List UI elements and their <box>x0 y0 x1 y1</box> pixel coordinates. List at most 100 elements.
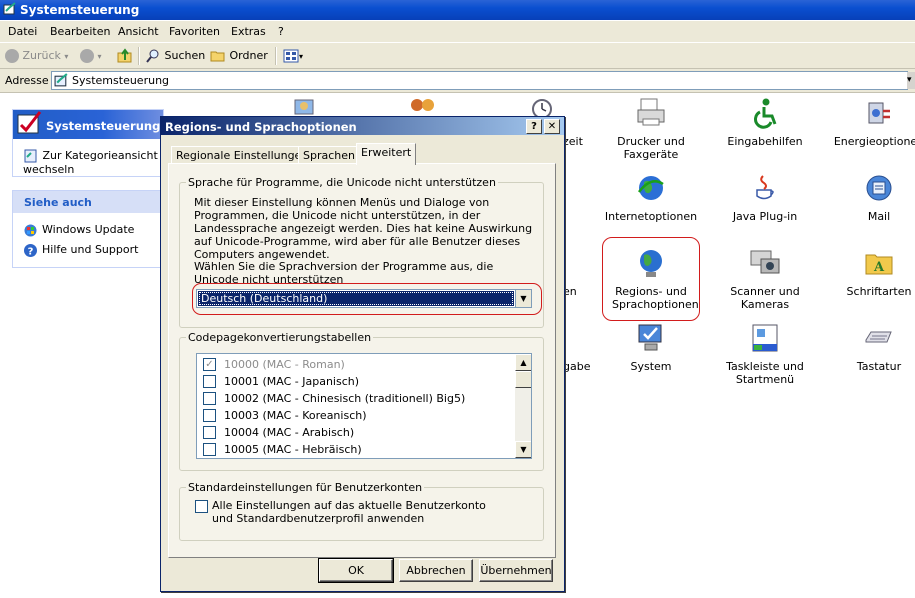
ok-button[interactable]: OK <box>318 558 394 583</box>
fonts-item[interactable]: A Schriftarten <box>829 247 915 298</box>
see-also-panel: Siehe auch Windows Update ? Hilfe und Su… <box>12 190 164 268</box>
scroll-up-icon[interactable]: ▲ <box>515 354 531 371</box>
date-time-label-partial: zeit <box>563 135 583 148</box>
menu-bearbeiten[interactable]: Bearbeiten <box>50 25 110 38</box>
unicode-description: Mit dieser Einstellung können Menüs und … <box>194 196 533 261</box>
taskpane-header: Systemsteuerung <box>13 110 163 139</box>
keyboard-item[interactable]: Tastatur <box>829 322 915 373</box>
help-icon: ? <box>24 244 37 258</box>
system-computer-icon <box>638 324 662 351</box>
accessibility-item[interactable]: Eingabehilfen <box>715 97 815 148</box>
internet-options-item[interactable]: Internetoptionen <box>601 172 701 223</box>
sound-icon-partial[interactable] <box>291 97 317 118</box>
window-title: Systemsteuerung <box>20 3 140 17</box>
scroll-thumb[interactable] <box>515 371 531 388</box>
tab-advanced[interactable]: Erweitert <box>356 143 417 165</box>
control-panel-icon <box>17 111 42 134</box>
dialog-titlebar: Regions- und Sprachoptionen ? ✕ <box>161 117 564 135</box>
up-folder-icon <box>117 48 132 63</box>
java-plugin-item[interactable]: Java Plug-in <box>715 172 815 223</box>
codepage-scrollbar[interactable]: ▲ ▼ <box>515 354 531 458</box>
language-select-highlight-ring <box>192 283 542 315</box>
help-support-link[interactable]: ? Hilfe und Support <box>23 243 138 258</box>
forward-button[interactable]: ▾ <box>80 47 102 65</box>
system-item[interactable]: System <box>601 322 701 373</box>
codepage-group-legend: Codepagekonvertierungstabellen <box>188 331 372 344</box>
internet-globe-icon <box>638 176 664 200</box>
svg-text:?: ? <box>28 247 34 258</box>
svg-text:A: A <box>873 260 885 275</box>
codepage-row[interactable]: 10002 (MAC - Chinesisch (traditionell) B… <box>203 390 465 407</box>
checkbox[interactable] <box>203 374 216 388</box>
up-folder-button[interactable] <box>117 47 133 65</box>
printers-faxes-item[interactable]: Drucker und Faxgeräte <box>601 97 701 161</box>
checkbox[interactable] <box>203 425 216 439</box>
address-bar: Adresse Systemsteuerung ▾ <box>0 69 915 93</box>
address-input[interactable]: Systemsteuerung <box>51 71 908 90</box>
menu-ansicht[interactable]: Ansicht <box>118 25 159 38</box>
partial-label-gabe: gabe <box>563 360 591 373</box>
tab-regional-settings[interactable]: Regionale Einstellungen <box>171 146 314 164</box>
search-button[interactable]: Suchen <box>145 47 205 65</box>
taskbar-startmenu-item[interactable]: Taskleiste und Startmenü <box>715 322 815 386</box>
folders-button[interactable]: Ordner <box>210 47 268 65</box>
close-icon[interactable]: ✕ <box>544 119 560 134</box>
category-view-icon <box>24 149 37 163</box>
checkbox[interactable] <box>203 442 216 456</box>
control-panel-icon <box>3 2 16 15</box>
scanner-camera-icon <box>750 250 780 274</box>
control-panel-icon <box>54 73 68 87</box>
tab-languages[interactable]: Sprachen <box>298 146 360 164</box>
toolbar: Zurück ▾ ▾ Suchen Ordner ▾ <box>0 43 915 69</box>
codepage-row[interactable]: 10005 (MAC - Hebräisch) <box>203 441 362 458</box>
apply-all-checkbox[interactable] <box>195 500 208 513</box>
display-icon <box>294 99 314 115</box>
back-button[interactable]: Zurück ▾ <box>5 47 68 65</box>
views-grid-icon <box>283 49 299 63</box>
java-cup-icon <box>756 175 774 200</box>
checkbox[interactable] <box>203 391 216 405</box>
folder-icon <box>210 51 225 62</box>
mail-icon <box>866 175 892 201</box>
user-accounts-icon <box>411 99 434 111</box>
mail-item[interactable]: Mail <box>829 172 915 223</box>
codepage-row[interactable]: 10004 (MAC - Arabisch) <box>203 424 354 441</box>
accessibility-icon <box>754 98 777 129</box>
checkbox[interactable] <box>203 408 216 422</box>
forward-arrow-icon <box>80 49 94 63</box>
menu-help[interactable]: ? <box>278 25 284 38</box>
cancel-button[interactable]: Abbrechen <box>399 559 473 582</box>
keyboard-icon <box>865 331 892 343</box>
address-dropdown-button[interactable]: ▾ <box>907 72 915 89</box>
dialog-title: Regions- und Sprachoptionen <box>165 120 357 134</box>
power-icon <box>868 102 890 124</box>
partial-label-en: en <box>563 285 577 298</box>
unicode-prompt: Wählen Sie die Sprachversion der Program… <box>194 260 494 284</box>
menu-bar: Datei Bearbeiten Ansicht Favoriten Extra… <box>0 21 915 43</box>
back-arrow-icon <box>5 49 19 63</box>
menu-favoriten[interactable]: Favoriten <box>169 25 220 38</box>
switch-category-view-link[interactable]: Zur Kategorieansicht wechseln <box>23 149 163 176</box>
window-titlebar: Systemsteuerung <box>0 0 915 20</box>
codepage-row[interactable]: 10003 (MAC - Koreanisch) <box>203 407 367 424</box>
help-caption-button[interactable]: ? <box>526 119 542 134</box>
scroll-down-icon[interactable]: ▼ <box>515 441 531 458</box>
windows-update-link[interactable]: Windows Update <box>23 223 134 237</box>
fonts-folder-icon: A <box>865 254 893 275</box>
checkbox-checked[interactable]: ✓ <box>203 357 216 371</box>
scanners-cameras-item[interactable]: Scanner und Kameras <box>715 247 815 311</box>
views-button[interactable]: ▾ <box>283 47 303 65</box>
see-also-header: Siehe auch <box>13 191 163 213</box>
codepage-row[interactable]: 10001 (MAC - Japanisch) <box>203 373 359 390</box>
regions-highlight-ring <box>602 237 700 321</box>
users-icon-partial[interactable] <box>407 97 437 118</box>
windows-update-icon <box>24 224 37 237</box>
menu-datei[interactable]: Datei <box>8 25 37 38</box>
power-options-item[interactable]: Energieoptionen <box>829 97 915 148</box>
menu-extras[interactable]: Extras <box>231 25 266 38</box>
control-panel-taskpane: Systemsteuerung Zur Kategorieansicht wec… <box>12 109 164 177</box>
apply-button[interactable]: Übernehmen <box>479 559 553 582</box>
search-icon <box>146 49 159 63</box>
codepage-list[interactable]: ✓ 10000 (MAC - Roman) 10001 (MAC - Japani… <box>196 353 532 459</box>
codepage-row[interactable]: ✓ 10000 (MAC - Roman) <box>203 356 345 373</box>
